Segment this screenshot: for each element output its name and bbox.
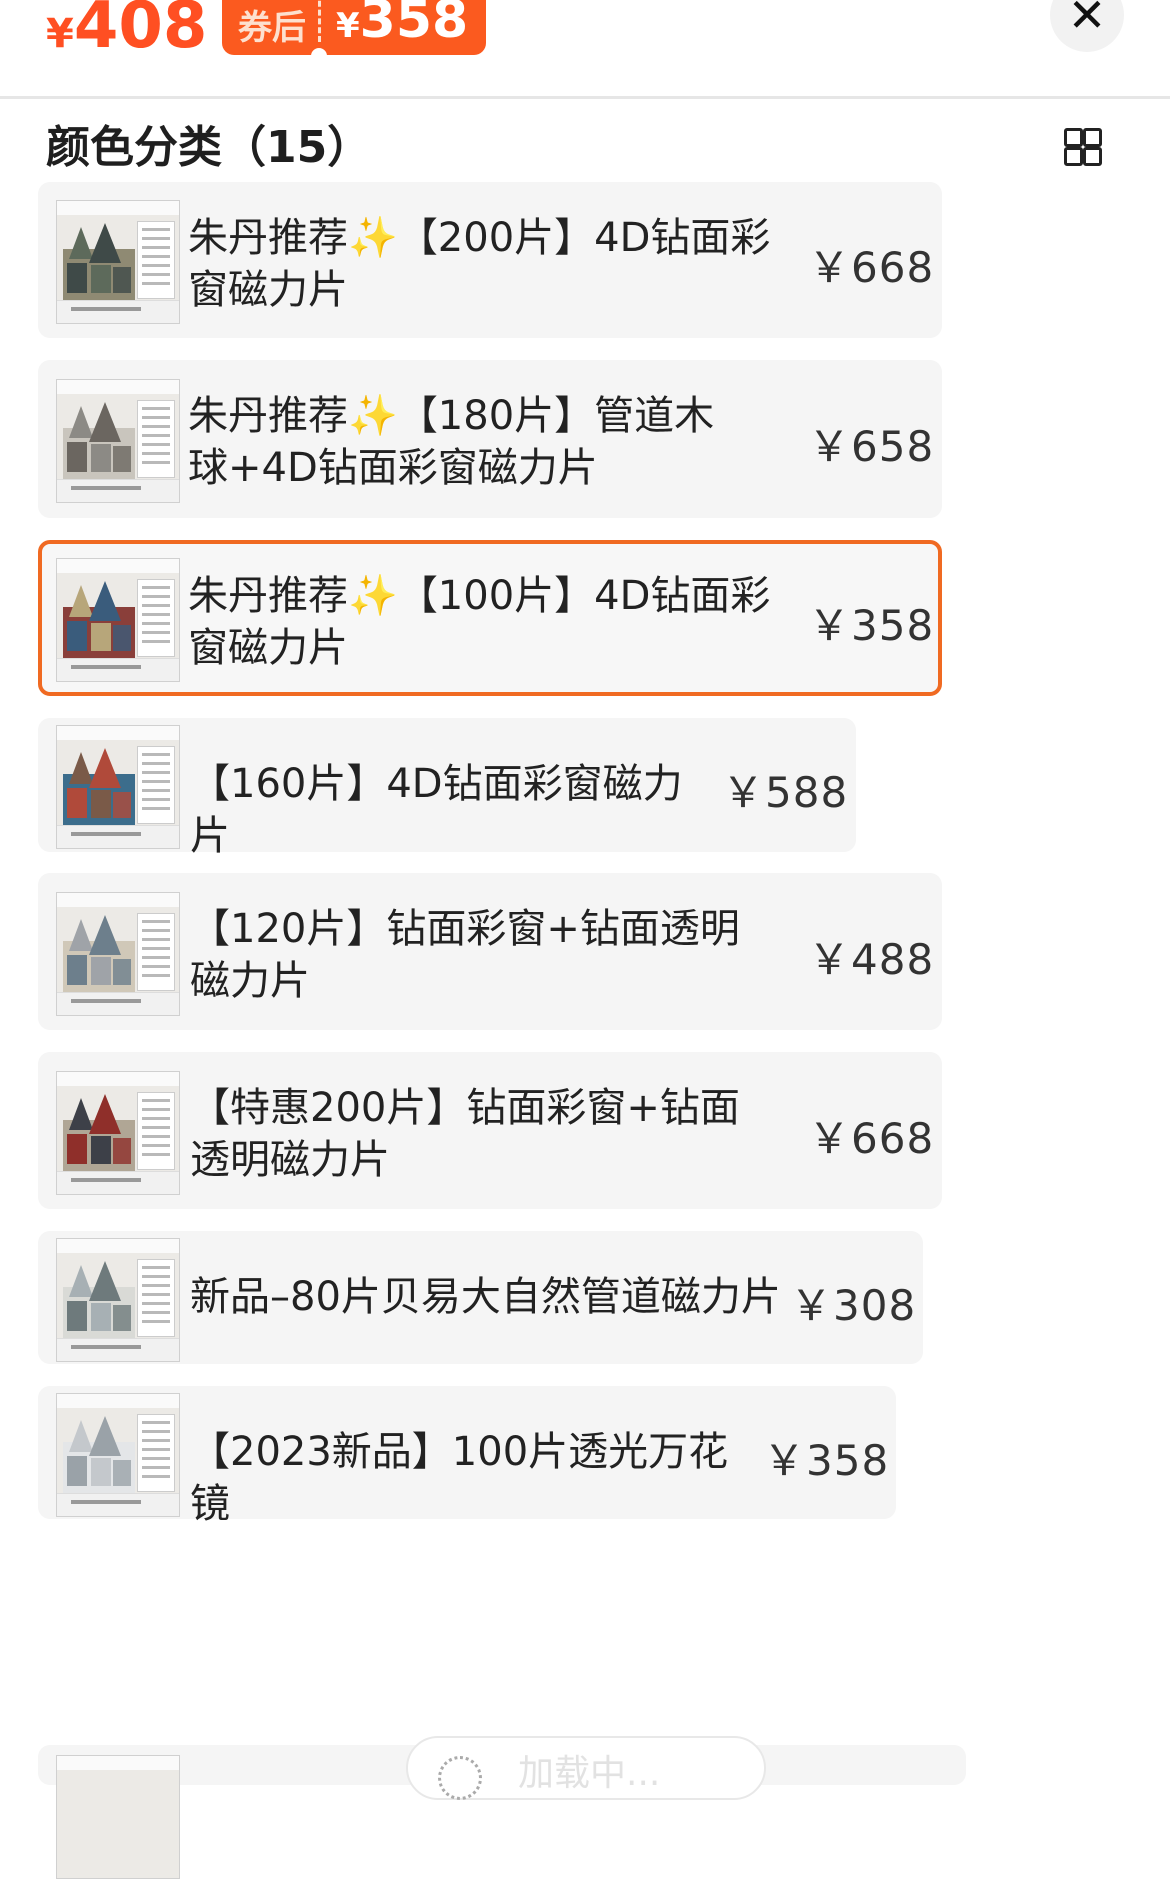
coupon-label: 券后 bbox=[238, 8, 306, 48]
variant-item-selected[interactable]: 朱丹推荐✨【100片】4D钻面彩窗磁力片 ￥358 bbox=[38, 540, 942, 696]
sparkle-icon: ✨ bbox=[348, 573, 398, 619]
variant-name: 【特惠200片】钻面彩窗+钻面透明磁力片 bbox=[190, 1082, 770, 1186]
variant-name-text: 朱丹推荐 bbox=[188, 393, 348, 439]
original-price: ¥408 bbox=[46, 0, 207, 66]
product-thumbnail bbox=[56, 891, 180, 1016]
coupon-price-value: 358 bbox=[359, 0, 469, 50]
currency-symbol: ¥ bbox=[46, 11, 74, 57]
product-thumbnail bbox=[56, 725, 180, 849]
variant-item[interactable]: 【160片】4D钻面彩窗磁力片 ￥588 bbox=[38, 718, 856, 859]
loading-icon bbox=[438, 1756, 482, 1800]
close-icon: ✕ bbox=[1067, 0, 1107, 42]
variant-name: 【2023新品】100片透光万花镜 bbox=[190, 1426, 750, 1530]
variant-item[interactable]: 【特惠200片】钻面彩窗+钻面透明磁力片 ￥668 bbox=[38, 1052, 942, 1209]
variant-name-text: 【特惠200片】钻面彩窗+钻面透明磁力片 bbox=[190, 1085, 740, 1183]
variant-price: ￥668 bbox=[808, 243, 935, 292]
product-thumbnail bbox=[56, 1237, 180, 1362]
variant-price: ￥358 bbox=[808, 601, 935, 650]
coupon-price: ¥358 bbox=[336, 0, 468, 55]
variant-name-text: 【2023新品】100片透光万花镜 bbox=[190, 1429, 729, 1527]
variant-name-text: 【120片】钻面彩窗+钻面透明磁力片 bbox=[190, 906, 740, 1004]
coupon-notch bbox=[311, 48, 327, 55]
variant-item[interactable]: 新品–80片贝易大自然管道磁力片 ￥308 bbox=[38, 1231, 923, 1364]
sparkle-icon: ✨ bbox=[348, 215, 398, 261]
variant-name: 朱丹推荐✨【200片】4D钻面彩窗磁力片 bbox=[188, 212, 788, 316]
product-thumbnail bbox=[56, 1392, 180, 1517]
section-title: 颜色分类（15） bbox=[46, 122, 372, 173]
variant-price: ￥668 bbox=[808, 1113, 935, 1163]
variant-item[interactable]: 朱丹推荐✨【200片】4D钻面彩窗磁力片 ￥668 bbox=[38, 182, 942, 338]
original-price-value: 408 bbox=[73, 0, 208, 63]
variant-item[interactable]: 【120片】钻面彩窗+钻面透明磁力片 ￥488 bbox=[38, 873, 942, 1030]
variant-name-text: 【160片】4D钻面彩窗磁力片 bbox=[190, 761, 683, 859]
variant-price: ￥308 bbox=[790, 1280, 917, 1330]
variant-price: ￥658 bbox=[808, 422, 935, 471]
coupon-currency: ¥ bbox=[336, 6, 360, 46]
product-thumbnail bbox=[56, 558, 180, 682]
grid-view-icon[interactable] bbox=[1064, 128, 1102, 166]
variant-item[interactable]: 【2023新品】100片透光万花镜 ￥358 bbox=[38, 1386, 896, 1527]
variant-item[interactable]: 朱丹推荐✨【180片】管道木球+4D钻面彩窗磁力片 ￥658 bbox=[38, 360, 942, 518]
product-thumbnail bbox=[56, 379, 180, 503]
coupon-divider bbox=[318, 0, 321, 42]
price-header: ¥408 券后 ¥358 ✕ bbox=[0, 0, 1170, 99]
variant-name-text: 朱丹推荐 bbox=[188, 215, 348, 261]
variant-price: ￥358 bbox=[763, 1435, 890, 1485]
variant-price: ￥588 bbox=[722, 768, 849, 817]
variant-name-text: 新品–80片贝易大自然管道磁力片 bbox=[190, 1274, 781, 1320]
floating-button[interactable]: 加载中... bbox=[406, 1736, 766, 1800]
variant-price: ￥488 bbox=[808, 934, 935, 984]
coupon-price-badge: 券后 ¥358 bbox=[222, 0, 486, 55]
close-button[interactable]: ✕ bbox=[1050, 0, 1124, 52]
variant-name-text: 朱丹推荐 bbox=[188, 573, 348, 619]
sparkle-icon: ✨ bbox=[348, 393, 398, 439]
variant-name: 朱丹推荐✨【100片】4D钻面彩窗磁力片 bbox=[188, 570, 788, 674]
product-thumbnail bbox=[56, 1070, 180, 1195]
variant-name: 【160片】4D钻面彩窗磁力片 bbox=[190, 758, 710, 862]
variant-name: 朱丹推荐✨【180片】管道木球+4D钻面彩窗磁力片 bbox=[188, 390, 748, 494]
floating-button-label: 加载中... bbox=[518, 1753, 661, 1794]
product-thumbnail bbox=[56, 200, 180, 324]
variant-name: 新品–80片贝易大自然管道磁力片 bbox=[190, 1271, 790, 1323]
variant-name: 【120片】钻面彩窗+钻面透明磁力片 bbox=[190, 903, 770, 1007]
product-thumbnail bbox=[56, 1755, 180, 1879]
